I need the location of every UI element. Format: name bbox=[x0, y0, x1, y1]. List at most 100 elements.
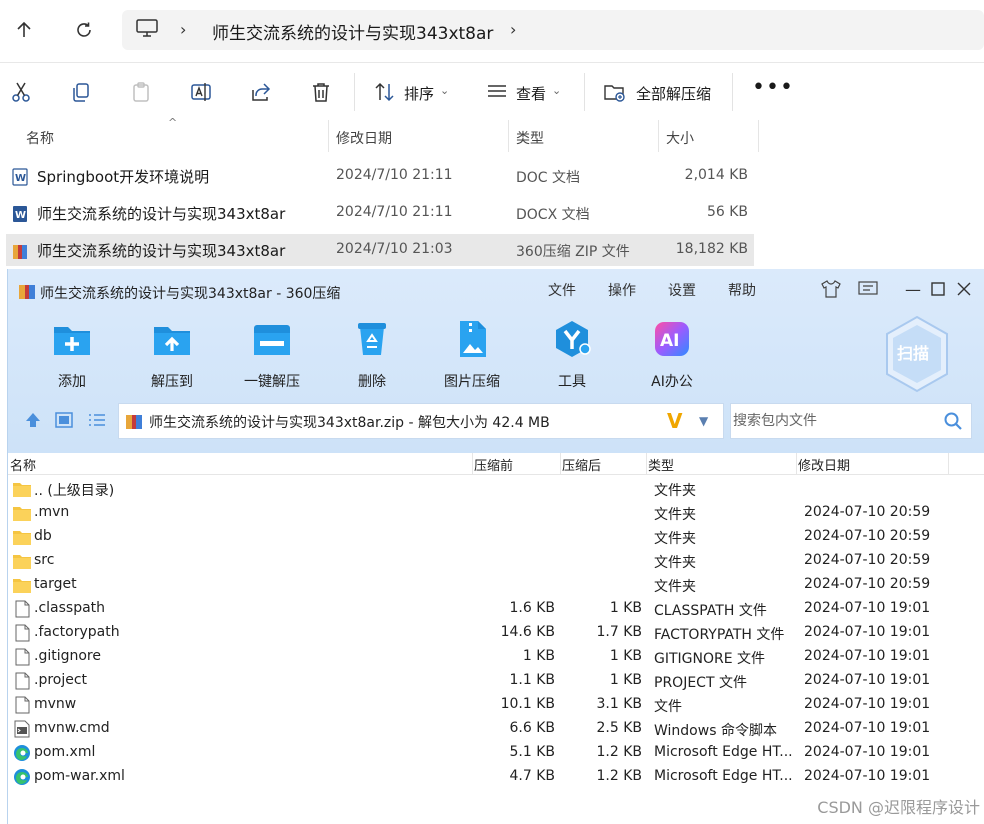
explorer-toolbar: 排序 ⌄ 查看 ⌄ 全部解压缩 ••• bbox=[0, 62, 984, 120]
more-options-icon[interactable]: ••• bbox=[752, 75, 794, 100]
column-size[interactable]: 大小 bbox=[666, 128, 694, 148]
archive-search[interactable] bbox=[730, 403, 972, 439]
row-type: Microsoft Edge HT... bbox=[654, 768, 793, 784]
breadcrumb-chevron-icon[interactable]: › bbox=[180, 20, 186, 39]
column-name[interactable]: 名称 bbox=[26, 128, 54, 148]
folder-icon bbox=[12, 504, 32, 522]
table-row[interactable]: pom.xml 5.1 KB 1.2 KB Microsoft Edge HT... 2… bbox=[8, 741, 984, 765]
menu-file[interactable]: 文件 bbox=[548, 280, 576, 300]
list-item[interactable]: 师生交流系统的设计与实现343xt8ar 2024/7/10 21:03 360… bbox=[6, 234, 754, 266]
ai-office-icon: AI bbox=[655, 322, 689, 356]
folder-icon bbox=[12, 480, 32, 498]
chevron-down-icon[interactable]: ⌄ bbox=[552, 84, 561, 97]
extract-folder-icon bbox=[154, 327, 190, 355]
column-after[interactable]: 压缩后 bbox=[562, 455, 601, 474]
address-bar[interactable]: › 师生交流系统的设计与实现343xt8ar › bbox=[122, 10, 984, 50]
table-row[interactable]: .factorypath 14.6 KB 1.7 KB FACTORYPATH 文件 2… bbox=[8, 621, 984, 645]
folder-icon bbox=[12, 552, 32, 570]
table-row[interactable]: mvnw 10.1 KB 3.1 KB 文件 2024-07-10 19:01 bbox=[8, 693, 984, 717]
menu-settings[interactable]: 设置 bbox=[668, 280, 696, 300]
one-click-extract-button[interactable]: 一键解压 bbox=[227, 319, 317, 390]
close-icon[interactable] bbox=[952, 277, 976, 301]
svg-text:扫描: 扫描 bbox=[897, 344, 929, 363]
table-row[interactable]: mvnw.cmd 6.6 KB 2.5 KB Windows 命令脚本 2024-07-… bbox=[8, 717, 984, 741]
image-compress-button[interactable]: 图片压缩 bbox=[427, 319, 517, 390]
ai-office-label: AI办公 bbox=[651, 374, 693, 390]
row-date: 2024-07-10 19:01 bbox=[804, 600, 931, 616]
table-row[interactable]: target 文件夹 2024-07-10 20:59 bbox=[8, 573, 984, 597]
go-up-icon[interactable] bbox=[22, 409, 44, 431]
ai-office-button[interactable]: AI AI办公 bbox=[627, 319, 717, 390]
row-size-after: 3.1 KB bbox=[596, 696, 643, 712]
row-name: pom-war.xml bbox=[34, 768, 125, 784]
view-icon[interactable] bbox=[484, 79, 510, 105]
row-size-after: 2.5 KB bbox=[596, 720, 643, 736]
column-before[interactable]: 压缩前 bbox=[474, 455, 513, 474]
row-name: target bbox=[34, 576, 77, 592]
table-row[interactable]: db 文件夹 2024-07-10 20:59 bbox=[8, 525, 984, 549]
table-row[interactable]: .. (上级目录) 文件夹 bbox=[8, 477, 984, 501]
cut-icon[interactable] bbox=[8, 79, 34, 105]
sort-icon[interactable] bbox=[372, 79, 398, 105]
minimize-icon[interactable]: — bbox=[901, 277, 925, 301]
table-row[interactable]: .classpath 1.6 KB 1 KB CLASSPATH 文件 2024-07-… bbox=[8, 597, 984, 621]
row-name: pom.xml bbox=[34, 744, 96, 760]
column-divider bbox=[508, 120, 509, 152]
list-item[interactable]: W 师生交流系统的设计与实现343xt8ar 2024/7/10 21:11 D… bbox=[6, 197, 754, 229]
list-item[interactable]: W Springboot开发环境说明 2024/7/10 21:11 DOC 文… bbox=[6, 160, 754, 192]
column-date[interactable]: 修改日期 bbox=[336, 128, 392, 148]
scan-button[interactable]: 扫描 bbox=[883, 315, 951, 393]
extract-all-button[interactable]: 全部解压缩 bbox=[636, 83, 711, 104]
file-icon bbox=[12, 624, 32, 642]
delete-icon[interactable] bbox=[308, 79, 334, 105]
maximize-icon[interactable] bbox=[926, 277, 950, 301]
list-view-icon[interactable] bbox=[86, 409, 108, 431]
thumbnail-view-icon[interactable] bbox=[53, 409, 75, 431]
row-size-after: 1 KB bbox=[609, 600, 642, 616]
share-icon[interactable] bbox=[248, 79, 274, 105]
up-arrow-icon[interactable] bbox=[8, 14, 40, 46]
dropdown-arrow-icon[interactable]: ▼ bbox=[699, 414, 708, 428]
tools-button[interactable]: 工具 bbox=[527, 319, 617, 390]
table-row[interactable]: .mvn 文件夹 2024-07-10 20:59 bbox=[8, 501, 984, 525]
column-name[interactable]: 名称 bbox=[10, 455, 36, 474]
view-button[interactable]: 查看 bbox=[516, 83, 546, 104]
extract-to-button[interactable]: 解压到 bbox=[127, 319, 217, 390]
search-icon[interactable] bbox=[943, 411, 963, 431]
column-type[interactable]: 类型 bbox=[648, 455, 674, 474]
menu-operate[interactable]: 操作 bbox=[608, 280, 636, 300]
breadcrumb-folder[interactable]: 师生交流系统的设计与实现343xt8ar bbox=[212, 19, 493, 44]
one-click-extract-icon bbox=[254, 325, 290, 355]
column-date[interactable]: 修改日期 bbox=[798, 455, 850, 474]
word-docx-icon: W bbox=[13, 206, 27, 222]
vip-icon[interactable]: V bbox=[667, 409, 682, 433]
column-divider bbox=[758, 120, 759, 152]
skin-icon[interactable] bbox=[819, 277, 843, 301]
table-row[interactable]: pom-war.xml 4.7 KB 1.2 KB Microsoft Edge HT… bbox=[8, 765, 984, 789]
column-type[interactable]: 类型 bbox=[516, 128, 544, 148]
computer-icon bbox=[136, 19, 158, 37]
paste-icon[interactable] bbox=[128, 79, 154, 105]
rename-icon[interactable] bbox=[188, 79, 214, 105]
table-row[interactable]: src 文件夹 2024-07-10 20:59 bbox=[8, 549, 984, 573]
chevron-down-icon[interactable]: ⌄ bbox=[440, 84, 449, 97]
row-size-before: 1.1 KB bbox=[509, 672, 556, 688]
delete-button[interactable]: 删除 bbox=[327, 319, 417, 390]
row-type: 文件夹 bbox=[654, 531, 696, 547]
sort-button[interactable]: 排序 bbox=[404, 83, 434, 104]
add-button[interactable]: 添加 bbox=[27, 319, 117, 390]
search-input[interactable] bbox=[733, 410, 933, 432]
menu-help[interactable]: 帮助 bbox=[728, 280, 756, 300]
archive-path-bar[interactable]: 师生交流系统的设计与实现343xt8ar.zip - 解包大小为 42.4 MB… bbox=[118, 403, 724, 439]
feedback-icon[interactable] bbox=[856, 277, 880, 301]
extract-all-icon[interactable] bbox=[602, 79, 628, 105]
refresh-icon[interactable] bbox=[68, 14, 100, 46]
row-size-before: 4.7 KB bbox=[509, 768, 556, 784]
breadcrumb-chevron-icon[interactable]: › bbox=[510, 20, 516, 39]
add-folder-icon bbox=[54, 327, 90, 355]
copy-icon[interactable] bbox=[68, 79, 94, 105]
table-row[interactable]: .project 1.1 KB 1 KB PROJECT 文件 2024-07-10 1… bbox=[8, 669, 984, 693]
table-row[interactable]: .gitignore 1 KB 1 KB GITIGNORE 文件 2024-07-10… bbox=[8, 645, 984, 669]
one-click-extract-label: 一键解压 bbox=[244, 374, 300, 390]
row-name: .gitignore bbox=[34, 648, 101, 664]
